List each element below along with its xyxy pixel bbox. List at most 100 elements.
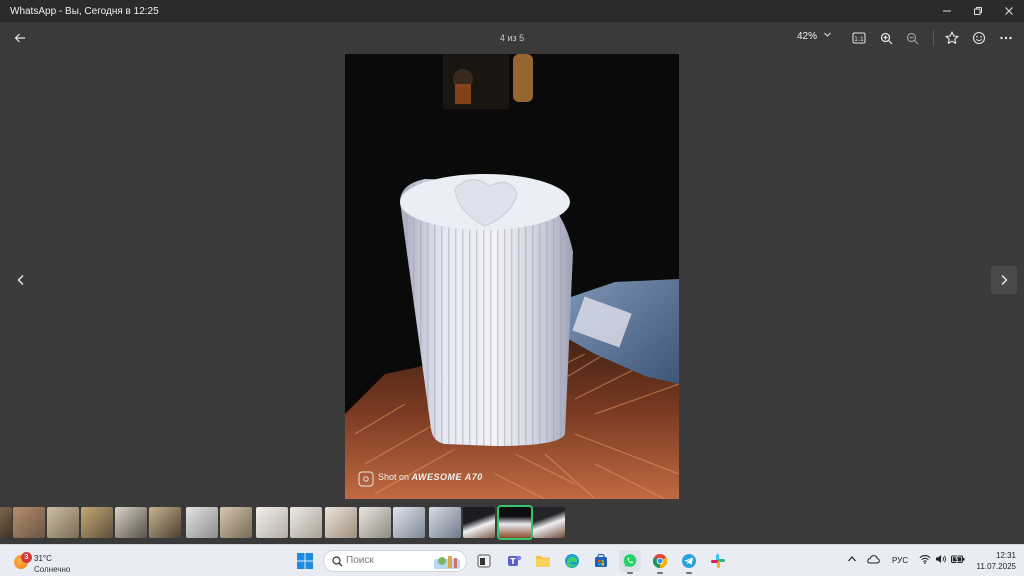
chevron-right-icon [1001, 275, 1008, 285]
viewer-toolbar: 4 из 5 42% 1:1 [0, 22, 1024, 54]
filmstrip-thumb[interactable] [256, 507, 288, 538]
filmstrip-thumb[interactable] [533, 507, 565, 538]
filmstrip [0, 505, 1024, 541]
zoom-out-icon [906, 32, 918, 44]
minimize-button[interactable] [931, 0, 962, 22]
language-indicator[interactable]: РУС [892, 556, 908, 565]
volume-button[interactable] [935, 554, 947, 566]
next-image-button[interactable] [991, 266, 1017, 294]
taskbar-teams[interactable]: T [503, 550, 525, 572]
image-counter: 4 из 5 [499, 33, 525, 43]
restore-button[interactable] [962, 0, 993, 22]
more-button[interactable] [996, 28, 1016, 48]
teams-icon: T [508, 555, 522, 566]
taskbar-telegram[interactable] [678, 550, 700, 574]
clock-time: 12:31 [995, 551, 1016, 560]
back-arrow-icon [14, 33, 25, 43]
photo-watermark: Shot on AWESOME A70 [378, 472, 483, 482]
actual-size-button[interactable]: 1:1 [849, 28, 869, 48]
favorite-button[interactable] [942, 28, 962, 48]
zoom-out-button[interactable] [902, 28, 922, 48]
system-clock[interactable]: 12:31 11.07.2025 [970, 550, 1016, 572]
slack-icon [711, 554, 725, 568]
taskbar-file-explorer[interactable] [532, 550, 554, 572]
battery-icon [951, 554, 965, 564]
filmstrip-thumb[interactable] [47, 507, 79, 538]
wifi-button[interactable] [919, 554, 931, 566]
zoom-in-icon [880, 32, 892, 44]
taskbar-chrome[interactable] [649, 550, 671, 574]
zoom-in-button[interactable] [876, 28, 896, 48]
taskbar-edge[interactable] [561, 550, 583, 572]
filmstrip-thumb[interactable] [429, 507, 461, 538]
filmstrip-thumb[interactable] [325, 507, 357, 538]
chevron-down-icon [824, 32, 831, 37]
weather-temp: 31°C [34, 554, 52, 563]
speaker-icon [936, 555, 946, 563]
restore-icon [973, 7, 982, 15]
filmstrip-thumb[interactable] [81, 507, 113, 538]
chevron-left-icon [17, 275, 24, 285]
filmstrip-thumb-active[interactable] [497, 505, 533, 540]
windows-icon [297, 553, 313, 569]
taskbar-whatsapp[interactable] [619, 550, 641, 574]
weather-condition: Солнечно [34, 565, 71, 574]
back-button[interactable] [10, 28, 30, 48]
toolbar-divider [933, 30, 934, 46]
folder-icon [536, 556, 550, 567]
filmstrip-thumb[interactable] [115, 507, 147, 538]
filmstrip-thumb[interactable] [393, 507, 425, 538]
clock-date: 11.07.2025 [976, 562, 1016, 571]
close-icon [1004, 7, 1013, 15]
zoom-level[interactable]: 42% [797, 31, 817, 42]
watermark-brand: AWESOME A70 [411, 472, 483, 482]
emoji-icon [972, 31, 986, 45]
filmstrip-thumb[interactable] [220, 507, 252, 538]
more-icon [1000, 36, 1012, 40]
search-input[interactable] [346, 555, 426, 566]
tray-overflow-button[interactable] [847, 554, 857, 566]
image-stage: Shot on AWESOME A70 [0, 54, 1024, 504]
close-button[interactable] [993, 0, 1024, 22]
previous-image-button[interactable] [10, 266, 32, 294]
filmstrip-thumb[interactable] [186, 507, 218, 538]
chrome-icon [652, 554, 668, 569]
svg-text:T: T [510, 557, 516, 566]
watermark-prefix: Shot on [378, 472, 410, 482]
taskbar-widgets[interactable] [473, 550, 495, 572]
title-bar: WhatsApp - Вы, Сегодня в 12:25 [0, 0, 1024, 22]
notification-badge: 3 [21, 552, 32, 563]
star-icon [945, 31, 959, 44]
react-button[interactable] [969, 28, 989, 48]
taskbar-store[interactable] [590, 550, 612, 572]
zoom-dropdown[interactable] [823, 30, 832, 41]
svg-text:1:1: 1:1 [854, 36, 864, 43]
filmstrip-thumb[interactable] [149, 507, 181, 538]
photo-image [345, 54, 679, 499]
taskbar-slack[interactable] [707, 550, 729, 572]
whatsapp-icon [623, 554, 637, 567]
widgets-icon [477, 554, 491, 568]
cloud-icon [867, 555, 880, 564]
window-title: WhatsApp - Вы, Сегодня в 12:25 [10, 5, 159, 17]
chevron-up-icon [848, 556, 856, 562]
start-button[interactable] [297, 553, 313, 569]
filmstrip-thumb[interactable] [463, 507, 495, 538]
search-highlight-icon [434, 556, 460, 569]
search-icon [332, 556, 343, 567]
actual-size-icon: 1:1 [852, 32, 866, 44]
filmstrip-thumb[interactable] [290, 507, 322, 538]
minimize-icon [942, 10, 951, 12]
filmstrip-thumb[interactable] [13, 507, 45, 538]
filmstrip-thumb[interactable] [0, 507, 12, 538]
wifi-icon [919, 555, 931, 564]
taskbar-search[interactable] [323, 550, 467, 572]
onedrive-button[interactable] [867, 554, 880, 566]
telegram-icon [682, 554, 696, 568]
battery-button[interactable] [951, 554, 965, 566]
photo-view: Shot on AWESOME A70 [345, 54, 679, 499]
weather-widget[interactable]: 3 31°C Солнечно [12, 549, 102, 574]
filmstrip-thumb[interactable] [359, 507, 391, 538]
edge-icon [565, 554, 579, 568]
taskbar: 3 31°C Солнечно T [0, 544, 1024, 576]
